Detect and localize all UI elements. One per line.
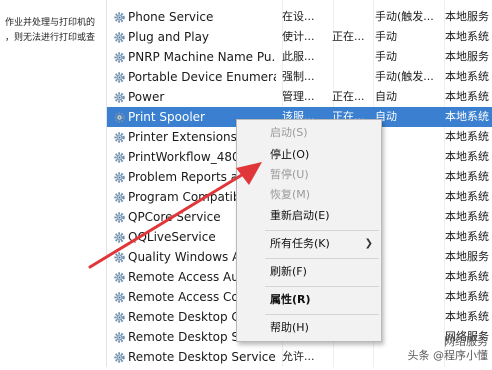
description-line-2: ，则无法进行打印或查 [5, 33, 96, 43]
service-startup-type: 手动 [375, 50, 397, 63]
service-logon-as: 本地系统 [445, 70, 489, 83]
menu-item-help[interactable]: 帮助(H) [237, 318, 381, 338]
service-gear-icon [113, 70, 126, 83]
service-name: Phone Service [128, 10, 214, 24]
service-description-pane: 作业并处理与打印机的 ，则无法进行打印或查 [0, 0, 107, 367]
service-name: PNRP Machine Name Pu... [128, 50, 276, 64]
service-logon-as: 本地服务 [445, 10, 489, 23]
service-description: 在设... [282, 10, 315, 23]
menu-separator [265, 286, 379, 287]
table-row[interactable]: Phone Service 在设... 手动(触发... 本地服务 [107, 7, 492, 27]
submenu-arrow-icon: ❯ [364, 238, 373, 249]
service-description: 强制... [282, 70, 315, 83]
service-gear-icon [113, 230, 126, 243]
service-logon-as: 本地系统 [445, 30, 489, 43]
menu-item-all-tasks[interactable]: 所有任务(K) ❯ [237, 234, 381, 254]
service-description: 允许... [282, 350, 315, 363]
table-row[interactable]: Plug and Play 使计... 正在... 手动 本地系统 [107, 27, 492, 47]
service-logon-as: 本地系统 [445, 150, 489, 163]
table-row[interactable]: Portable Device Enumera... 强制... 手动(触发... 本… [107, 67, 492, 87]
service-logon-as: 本地系统 [445, 110, 489, 123]
table-row[interactable]: Power 管理... 正在... 自动 本地系统 [107, 87, 492, 107]
service-gear-icon [113, 110, 126, 123]
service-startup-type: 手动(触发... [375, 70, 434, 83]
menu-separator [265, 314, 379, 315]
menu-item-properties[interactable]: 属性(R) [237, 290, 381, 310]
service-gear-icon [113, 90, 126, 103]
service-logon-as: 本地系统 [445, 310, 489, 323]
service-startup-type: 手动(触发... [375, 10, 434, 23]
service-gear-icon [113, 150, 126, 163]
menu-item-pause: 暂停(U) [270, 168, 309, 181]
service-logon-as: 本地服务 [445, 250, 489, 263]
service-description: 此服... [282, 50, 315, 63]
menu-separator [265, 230, 379, 231]
context-menu[interactable]: 启动(S) 停止(O) 暂停(U) 恢复(M) 重新启动(E) 所有任务(K) ❯… [236, 119, 382, 342]
menu-item-start: 启动(S) [270, 126, 308, 139]
service-gear-icon [113, 10, 126, 23]
service-startup-type: 自动 [375, 90, 397, 103]
service-gear-icon [113, 130, 126, 143]
service-description: 管理... [282, 90, 315, 103]
service-logon-as: 本地系统 [445, 130, 489, 143]
service-gear-icon [113, 170, 126, 183]
service-name: Remote Desktop Service... [128, 350, 276, 364]
service-startup-type: 手动 [375, 30, 397, 43]
service-gear-icon [113, 250, 126, 263]
service-status: 正在... [332, 30, 365, 43]
watermark-line-1: 网络服务 [444, 335, 488, 348]
service-logon-as: 本地系统 [445, 230, 489, 243]
service-gear-icon [113, 50, 126, 63]
menu-item-restart[interactable]: 重新启动(E) [237, 206, 381, 226]
service-name: Plug and Play [128, 30, 210, 44]
service-logon-as: 本地服务 [445, 50, 489, 63]
service-name: Portable Device Enumera... [128, 70, 276, 84]
service-logon-as: 本地系统 [445, 170, 489, 183]
service-startup-type: 自动 [375, 110, 397, 123]
service-gear-icon [113, 330, 126, 343]
watermark-line-2: 头条 @程序小懂 [407, 349, 489, 362]
service-logon-as: 本地系统 [445, 270, 489, 283]
menu-item-resume: 恢复(M) [270, 188, 311, 201]
service-name: Power [128, 90, 165, 104]
service-description: 使计... [282, 30, 315, 43]
service-logon-as: 本地系统 [445, 90, 489, 103]
service-gear-icon [113, 210, 126, 223]
service-gear-icon [113, 350, 126, 363]
service-gear-icon [113, 30, 126, 43]
service-description-text: 作业并处理与打印机的 ，则无法进行打印或查 [5, 16, 103, 46]
description-line-1: 作业并处理与打印机的 [5, 18, 96, 28]
service-logon-as: 本地系统 [445, 190, 489, 203]
service-gear-icon [113, 270, 126, 283]
service-gear-icon [113, 290, 126, 303]
service-status: 正在... [332, 90, 365, 103]
service-logon-as: 本地系统 [445, 290, 489, 303]
menu-item-refresh[interactable]: 刷新(F) [237, 262, 381, 282]
menu-item-stop[interactable]: 停止(O) [237, 145, 381, 165]
watermark: 网络服务 头条 @程序小懂 [408, 335, 489, 363]
table-row[interactable]: PNRP Machine Name Pu... 此服... 手动 本地服务 [107, 47, 492, 67]
service-logon-as: 本地系统 [445, 210, 489, 223]
service-gear-icon [113, 190, 126, 203]
menu-separator [265, 258, 379, 259]
service-gear-icon [113, 310, 126, 323]
